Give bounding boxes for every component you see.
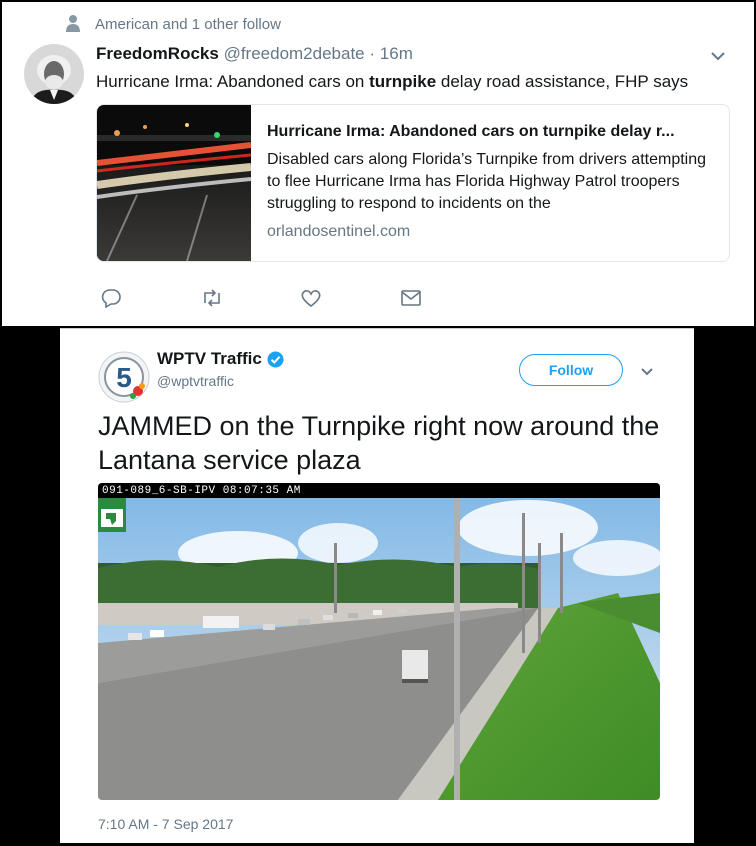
tweet-text-bold: turnpike — [369, 72, 437, 91]
author-handle[interactable]: @wptvtraffic — [157, 373, 234, 389]
svg-text:5: 5 — [116, 362, 132, 393]
card-description: Disabled cars along Florida’s Turnpike f… — [267, 151, 707, 212]
tweet-freedomrocks[interactable]: American and 1 other follow FreedomRocks… — [2, 2, 754, 326]
card-thumbnail — [97, 105, 252, 261]
link-card[interactable]: Hurricane Irma: Abandoned cars on turnpi… — [96, 104, 730, 262]
reply-icon[interactable] — [100, 288, 122, 313]
tweet-wptv-traffic[interactable]: 5 WPTV Traffic @wptvtraffic Follow JAMME… — [60, 328, 694, 843]
tweet-timestamp[interactable]: 7:10 AM - 7 Sep 2017 — [98, 816, 233, 832]
social-context: American and 1 other follow — [66, 15, 281, 33]
author-name[interactable]: FreedomRocks — [96, 44, 219, 63]
retweet-icon[interactable] — [200, 288, 224, 313]
follow-button[interactable]: Follow — [519, 354, 623, 386]
like-icon[interactable] — [300, 288, 322, 313]
tweet-text-end: delay road assistance, FHP says — [436, 72, 689, 91]
wptv-logo[interactable]: 5 — [97, 350, 151, 404]
tweet-header: FreedomRocks @freedom2debate · 16m — [96, 44, 413, 64]
author-handle[interactable]: @freedom2debate — [224, 44, 365, 63]
separator: · — [369, 44, 376, 63]
avatar[interactable] — [24, 44, 84, 104]
tweet-text-start: Hurricane Irma: Abandoned cars on — [96, 72, 370, 91]
message-icon[interactable] — [400, 288, 422, 313]
card-title[interactable]: Hurricane Irma: Abandoned cars on turnpi… — [267, 123, 717, 141]
chevron-down-icon[interactable] — [638, 362, 656, 380]
tweet-time[interactable]: 16m — [380, 44, 413, 63]
tweet-photo[interactable]: 091-089_6-SB-IPV 08:07:35 AM — [98, 483, 660, 800]
tweet-text: JAMMED on the Turnpike right now around … — [98, 411, 660, 475]
tweet-text: Hurricane Irma: Abandoned cars on turnpi… — [96, 72, 688, 92]
author-name[interactable]: WPTV Traffic — [157, 349, 284, 369]
author-name-text[interactable]: WPTV Traffic — [157, 349, 262, 369]
camera-overlay-text: 091-089_6-SB-IPV 08:07:35 AM — [102, 485, 301, 497]
social-context-text: American and 1 other follow — [95, 16, 281, 33]
verified-badge-icon — [267, 351, 284, 368]
chevron-down-icon[interactable] — [708, 46, 728, 66]
card-domain[interactable]: orlandosentinel.com — [267, 223, 410, 241]
person-icon — [66, 14, 80, 36]
